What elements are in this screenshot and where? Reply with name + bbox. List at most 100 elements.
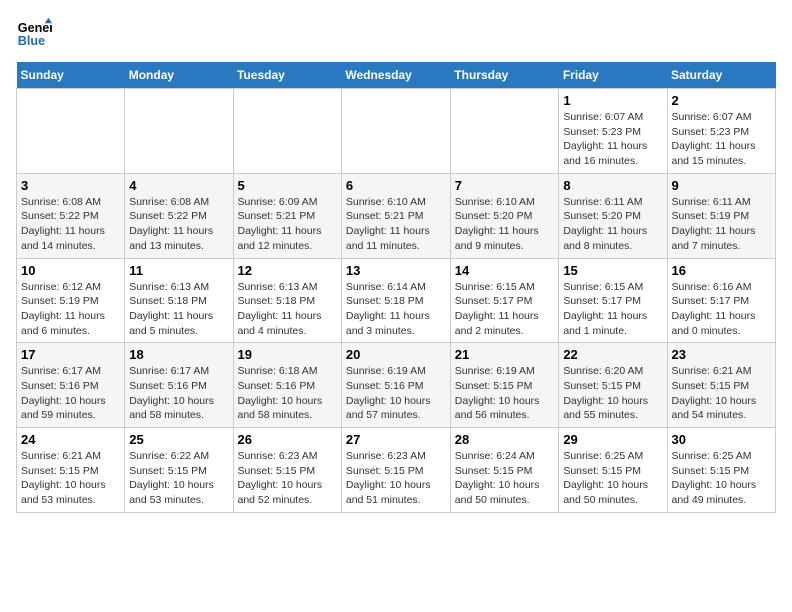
day-number: 29 [563, 432, 662, 447]
day-detail: Sunrise: 6:22 AM Sunset: 5:15 PM Dayligh… [129, 449, 228, 508]
day-number: 25 [129, 432, 228, 447]
calendar-week-row: 17 Sunrise: 6:17 AM Sunset: 5:16 PM Dayli… [17, 343, 776, 428]
calendar-cell: 3 Sunrise: 6:08 AM Sunset: 5:22 PM Daylig… [17, 173, 125, 258]
day-number: 4 [129, 178, 228, 193]
day-detail: Sunrise: 6:17 AM Sunset: 5:16 PM Dayligh… [21, 364, 120, 423]
day-of-week-header: Wednesday [341, 62, 450, 89]
calendar-cell: 24 Sunrise: 6:21 AM Sunset: 5:15 PM Dayli… [17, 428, 125, 513]
calendar-cell: 10 Sunrise: 6:12 AM Sunset: 5:19 PM Dayli… [17, 258, 125, 343]
calendar-cell: 7 Sunrise: 6:10 AM Sunset: 5:20 PM Daylig… [450, 173, 559, 258]
day-of-week-header: Tuesday [233, 62, 341, 89]
calendar-cell: 22 Sunrise: 6:20 AM Sunset: 5:15 PM Dayli… [559, 343, 667, 428]
day-detail: Sunrise: 6:25 AM Sunset: 5:15 PM Dayligh… [672, 449, 772, 508]
calendar-week-row: 10 Sunrise: 6:12 AM Sunset: 5:19 PM Dayli… [17, 258, 776, 343]
calendar-cell [125, 89, 233, 174]
day-of-week-header: Friday [559, 62, 667, 89]
day-number: 11 [129, 263, 228, 278]
calendar-cell: 6 Sunrise: 6:10 AM Sunset: 5:21 PM Daylig… [341, 173, 450, 258]
svg-text:Blue: Blue [18, 34, 45, 48]
calendar-cell: 14 Sunrise: 6:15 AM Sunset: 5:17 PM Dayli… [450, 258, 559, 343]
day-number: 24 [21, 432, 120, 447]
day-of-week-header: Monday [125, 62, 233, 89]
day-detail: Sunrise: 6:08 AM Sunset: 5:22 PM Dayligh… [21, 195, 120, 254]
calendar-table: SundayMondayTuesdayWednesdayThursdayFrid… [16, 62, 776, 513]
day-detail: Sunrise: 6:12 AM Sunset: 5:19 PM Dayligh… [21, 280, 120, 339]
page-header: General Blue [16, 16, 776, 52]
day-number: 5 [238, 178, 337, 193]
day-number: 27 [346, 432, 446, 447]
day-detail: Sunrise: 6:10 AM Sunset: 5:20 PM Dayligh… [455, 195, 555, 254]
day-of-week-header: Thursday [450, 62, 559, 89]
calendar-cell [341, 89, 450, 174]
calendar-cell: 26 Sunrise: 6:23 AM Sunset: 5:15 PM Dayli… [233, 428, 341, 513]
calendar-cell: 18Sunrise: 6:17 AM Sunset: 5:16 PM Dayli… [125, 343, 233, 428]
day-detail: Sunrise: 6:19 AM Sunset: 5:16 PM Dayligh… [346, 364, 446, 423]
calendar-cell: 8 Sunrise: 6:11 AM Sunset: 5:20 PM Daylig… [559, 173, 667, 258]
calendar-week-row: 3 Sunrise: 6:08 AM Sunset: 5:22 PM Daylig… [17, 173, 776, 258]
calendar-cell [17, 89, 125, 174]
calendar-cell: 20 Sunrise: 6:19 AM Sunset: 5:16 PM Dayli… [341, 343, 450, 428]
calendar-week-row: 1 Sunrise: 6:07 AM Sunset: 5:23 PM Daylig… [17, 89, 776, 174]
calendar-cell: 9Sunrise: 6:11 AM Sunset: 5:19 PM Daylig… [667, 173, 776, 258]
calendar-cell: 2Sunrise: 6:07 AM Sunset: 5:23 PM Daylig… [667, 89, 776, 174]
day-number: 22 [563, 347, 662, 362]
day-number: 15 [563, 263, 662, 278]
day-number: 26 [238, 432, 337, 447]
day-detail: Sunrise: 6:09 AM Sunset: 5:21 PM Dayligh… [238, 195, 337, 254]
day-number: 28 [455, 432, 555, 447]
calendar-cell [233, 89, 341, 174]
logo: General Blue [16, 16, 56, 52]
calendar-cell: 15 Sunrise: 6:15 AM Sunset: 5:17 PM Dayli… [559, 258, 667, 343]
day-detail: Sunrise: 6:10 AM Sunset: 5:21 PM Dayligh… [346, 195, 446, 254]
day-detail: Sunrise: 6:21 AM Sunset: 5:15 PM Dayligh… [21, 449, 120, 508]
day-detail: Sunrise: 6:23 AM Sunset: 5:15 PM Dayligh… [238, 449, 337, 508]
day-number: 20 [346, 347, 446, 362]
day-number: 7 [455, 178, 555, 193]
day-of-week-header: Sunday [17, 62, 125, 89]
day-number: 3 [21, 178, 120, 193]
day-detail: Sunrise: 6:15 AM Sunset: 5:17 PM Dayligh… [455, 280, 555, 339]
calendar-cell: 28 Sunrise: 6:24 AM Sunset: 5:15 PM Dayli… [450, 428, 559, 513]
calendar-cell: 17 Sunrise: 6:17 AM Sunset: 5:16 PM Dayli… [17, 343, 125, 428]
calendar-cell: 4Sunrise: 6:08 AM Sunset: 5:22 PM Daylig… [125, 173, 233, 258]
day-detail: Sunrise: 6:25 AM Sunset: 5:15 PM Dayligh… [563, 449, 662, 508]
day-detail: Sunrise: 6:13 AM Sunset: 5:18 PM Dayligh… [129, 280, 228, 339]
day-detail: Sunrise: 6:23 AM Sunset: 5:15 PM Dayligh… [346, 449, 446, 508]
logo-icon: General Blue [16, 16, 52, 52]
day-of-week-header: Saturday [667, 62, 776, 89]
day-number: 16 [672, 263, 772, 278]
calendar-cell: 1 Sunrise: 6:07 AM Sunset: 5:23 PM Daylig… [559, 89, 667, 174]
day-detail: Sunrise: 6:15 AM Sunset: 5:17 PM Dayligh… [563, 280, 662, 339]
day-detail: Sunrise: 6:18 AM Sunset: 5:16 PM Dayligh… [238, 364, 337, 423]
day-number: 21 [455, 347, 555, 362]
day-number: 2 [672, 93, 772, 108]
calendar-cell: 29 Sunrise: 6:25 AM Sunset: 5:15 PM Dayli… [559, 428, 667, 513]
day-detail: Sunrise: 6:19 AM Sunset: 5:15 PM Dayligh… [455, 364, 555, 423]
day-detail: Sunrise: 6:11 AM Sunset: 5:19 PM Dayligh… [672, 195, 772, 254]
day-detail: Sunrise: 6:11 AM Sunset: 5:20 PM Dayligh… [563, 195, 662, 254]
day-detail: Sunrise: 6:20 AM Sunset: 5:15 PM Dayligh… [563, 364, 662, 423]
day-number: 18 [129, 347, 228, 362]
day-detail: Sunrise: 6:24 AM Sunset: 5:15 PM Dayligh… [455, 449, 555, 508]
day-number: 12 [238, 263, 337, 278]
calendar-cell: 5 Sunrise: 6:09 AM Sunset: 5:21 PM Daylig… [233, 173, 341, 258]
calendar-cell: 19Sunrise: 6:18 AM Sunset: 5:16 PM Dayli… [233, 343, 341, 428]
day-detail: Sunrise: 6:16 AM Sunset: 5:17 PM Dayligh… [672, 280, 772, 339]
day-number: 6 [346, 178, 446, 193]
calendar-header-row: SundayMondayTuesdayWednesdayThursdayFrid… [17, 62, 776, 89]
day-number: 10 [21, 263, 120, 278]
day-detail: Sunrise: 6:14 AM Sunset: 5:18 PM Dayligh… [346, 280, 446, 339]
day-detail: Sunrise: 6:13 AM Sunset: 5:18 PM Dayligh… [238, 280, 337, 339]
calendar-cell: 11 Sunrise: 6:13 AM Sunset: 5:18 PM Dayli… [125, 258, 233, 343]
calendar-week-row: 24 Sunrise: 6:21 AM Sunset: 5:15 PM Dayli… [17, 428, 776, 513]
calendar-cell: 13 Sunrise: 6:14 AM Sunset: 5:18 PM Dayli… [341, 258, 450, 343]
day-number: 14 [455, 263, 555, 278]
day-detail: Sunrise: 6:07 AM Sunset: 5:23 PM Dayligh… [563, 110, 662, 169]
calendar-cell [450, 89, 559, 174]
day-number: 13 [346, 263, 446, 278]
calendar-cell: 30Sunrise: 6:25 AM Sunset: 5:15 PM Dayli… [667, 428, 776, 513]
day-number: 1 [563, 93, 662, 108]
day-number: 17 [21, 347, 120, 362]
calendar-cell: 21 Sunrise: 6:19 AM Sunset: 5:15 PM Dayli… [450, 343, 559, 428]
day-number: 8 [563, 178, 662, 193]
